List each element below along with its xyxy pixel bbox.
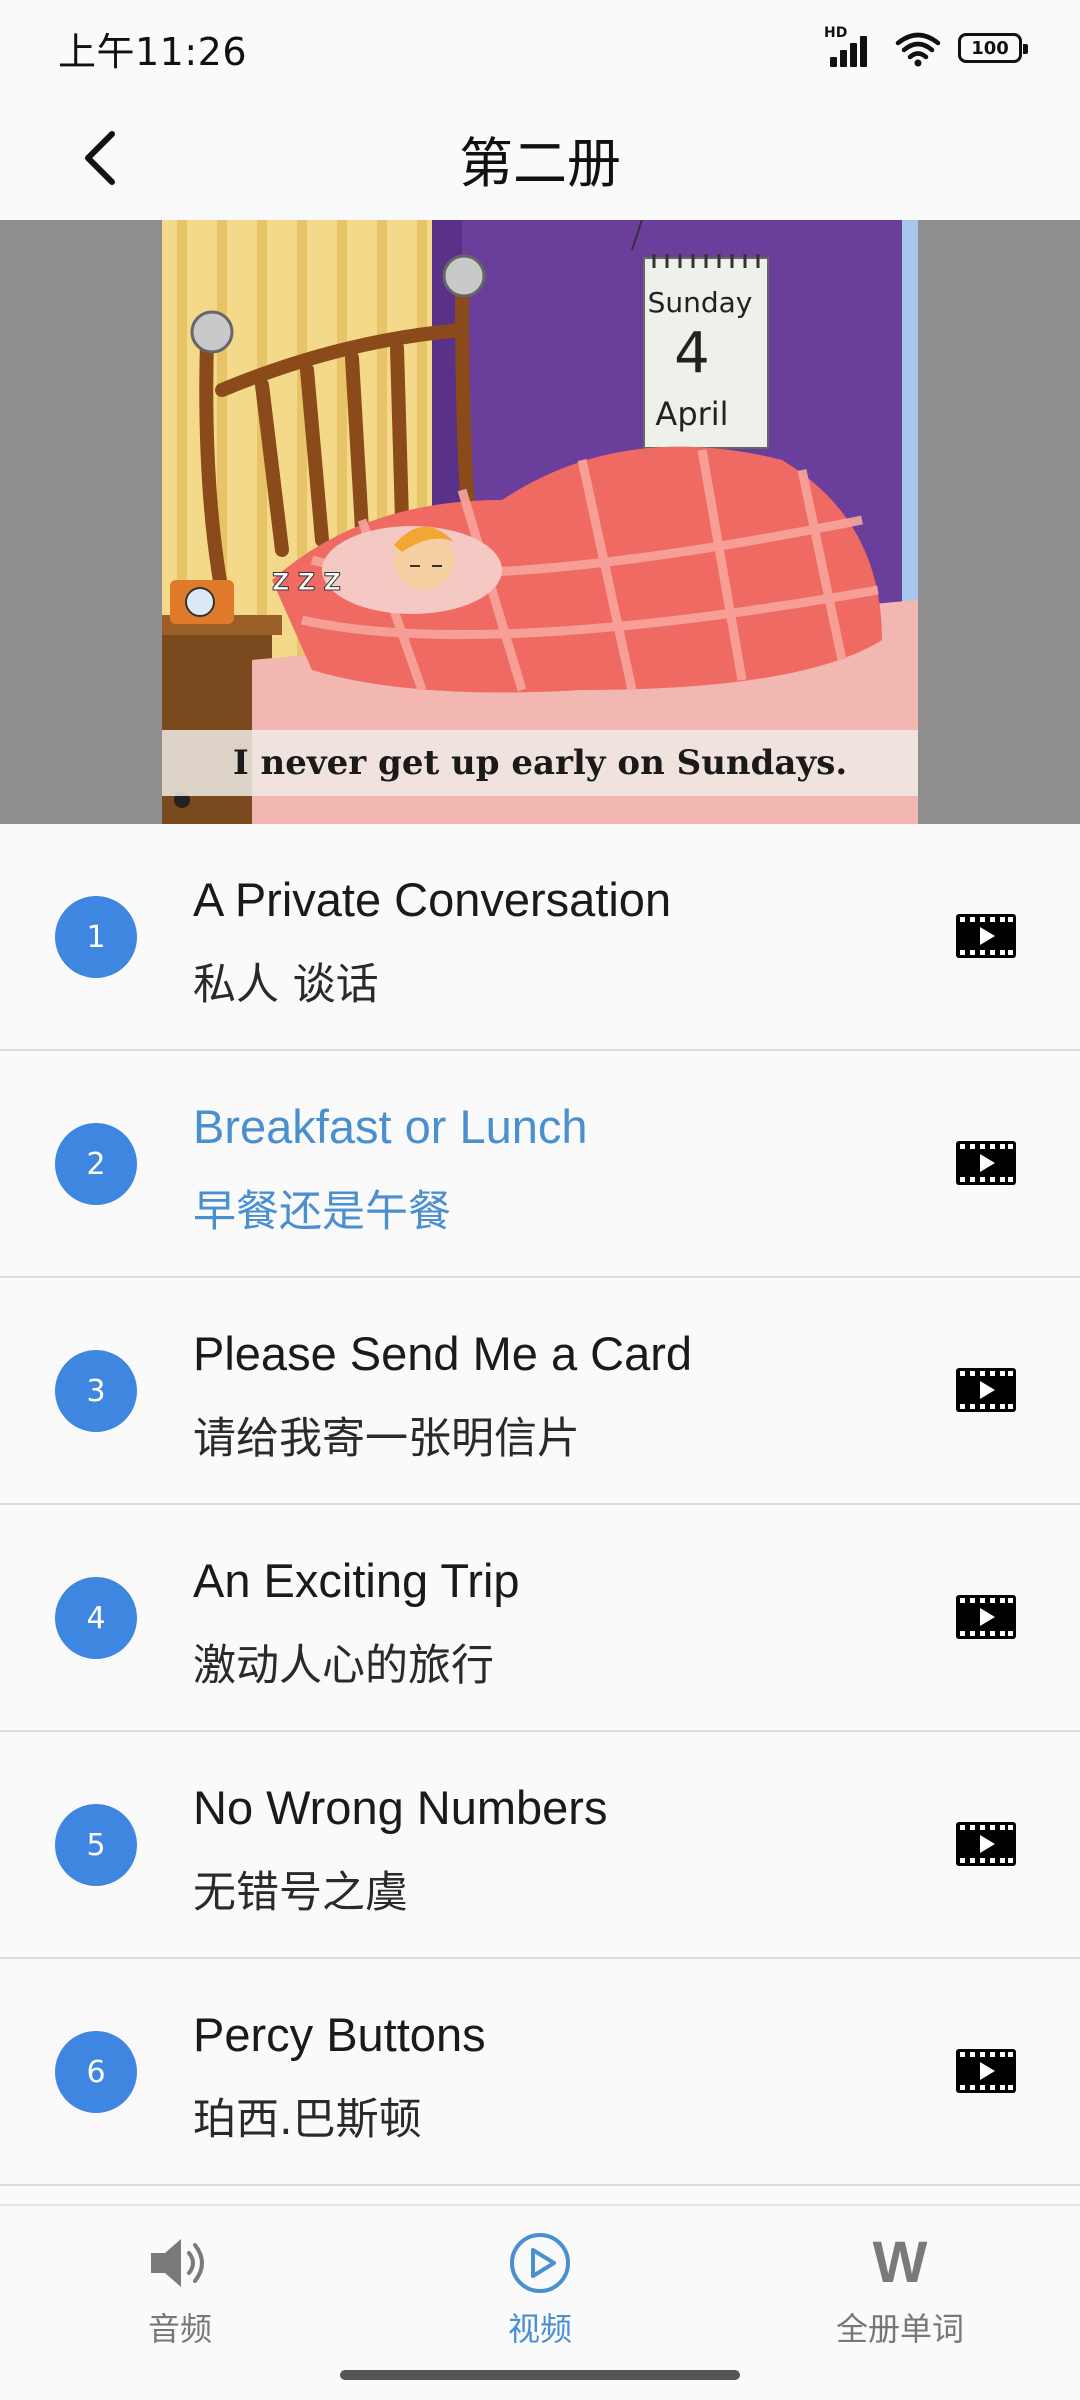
lesson-title-en: Please Send Me a Card — [193, 1327, 693, 1380]
lesson-row-2[interactable]: 2 Breakfast or Lunch 早餐还是午餐 — [0, 1051, 1080, 1278]
lesson-title-zh: 激动人心的旅行 — [193, 1641, 494, 1691]
subtitle-strip: I never get up early on Sundays. — [162, 730, 918, 796]
status-icons: HD 100 — [824, 25, 1028, 67]
lesson-title-zh: 早餐还是午餐 — [193, 1187, 451, 1237]
page-title: 第二册 — [459, 131, 621, 195]
film-icon[interactable] — [956, 914, 1016, 958]
lesson-number-badge: 1 — [55, 896, 137, 978]
screen: 上午11:26 HD 100 第二册 Sunday 4 April Z Z Z … — [0, 0, 1080, 2400]
film-icon[interactable] — [956, 1595, 1016, 1639]
sleep-z-text: Z Z Z — [272, 568, 341, 596]
chevron-left-icon — [85, 131, 115, 185]
video-frame[interactable]: Sunday 4 April Z Z Z I never get up earl… — [162, 220, 918, 824]
lesson-number-badge: 5 — [55, 1804, 137, 1886]
battery-level: 100 — [971, 37, 1009, 59]
wifi-icon — [895, 32, 941, 67]
speaker-icon — [145, 2230, 215, 2296]
video-player[interactable]: Sunday 4 April Z Z Z I never get up earl… — [0, 220, 1080, 824]
lesson-row-3[interactable]: 3 Please Send Me a Card 请给我寄一张明信片 — [0, 1278, 1080, 1505]
lesson-title-zh: 无错号之虞 — [193, 1868, 408, 1918]
signal-icon: HD — [824, 25, 878, 67]
nav-video-label: 视频 — [507, 2310, 572, 2348]
w-letter-glyph: W — [872, 2230, 928, 2295]
lesson-title-en: An Exciting Trip — [193, 1554, 520, 1607]
calendar-date: 4 — [674, 321, 710, 386]
home-indicator[interactable] — [340, 2370, 740, 2380]
lesson-title-en: No Wrong Numbers — [193, 1781, 608, 1834]
status-bar: 上午11:26 HD 100 — [0, 0, 1080, 96]
lesson-title-zh: 私人 谈话 — [193, 960, 379, 1010]
lesson-number-badge: 6 — [55, 2031, 137, 2113]
lesson-title-en: Breakfast or Lunch — [193, 1100, 588, 1153]
nav-words[interactable]: W 全册单词 — [800, 2230, 1000, 2360]
lesson-row-4[interactable]: 4 An Exciting Trip 激动人心的旅行 — [0, 1505, 1080, 1732]
play-circle-icon — [505, 2230, 575, 2296]
network-label: HD — [824, 25, 848, 41]
lesson-row-5[interactable]: 5 No Wrong Numbers 无错号之虞 — [0, 1732, 1080, 1959]
calendar-month: April — [655, 395, 728, 433]
header: 第二册 — [0, 96, 1080, 220]
status-time: 上午11:26 — [58, 29, 248, 74]
nav-audio[interactable]: 音频 — [80, 2230, 280, 2360]
film-icon[interactable] — [956, 1368, 1016, 1412]
film-icon[interactable] — [956, 1141, 1016, 1185]
lesson-title-zh: 请给我寄一张明信片 — [193, 1414, 580, 1464]
back-button[interactable] — [60, 118, 140, 198]
lesson-title-zh: 珀西.巴斯顿 — [193, 2095, 422, 2145]
lesson-number-badge: 3 — [55, 1350, 137, 1432]
lesson-number-badge: 4 — [55, 1577, 137, 1659]
nav-audio-label: 音频 — [147, 2310, 212, 2348]
film-icon[interactable] — [956, 2049, 1016, 2093]
nav-video[interactable]: 视频 — [440, 2230, 640, 2360]
lesson-title-en: A Private Conversation — [193, 873, 672, 926]
nav-words-label: 全册单词 — [835, 2310, 964, 2348]
lesson-row-6[interactable]: 6 Percy Buttons 珀西.巴斯顿 — [0, 1959, 1080, 2186]
lesson-number-badge: 2 — [55, 1123, 137, 1205]
calendar-day: Sunday — [648, 286, 753, 319]
w-letter-icon: W — [865, 2230, 935, 2296]
battery-icon: 100 — [958, 33, 1028, 63]
lesson-row-1[interactable]: 1 A Private Conversation 私人 谈话 — [0, 824, 1080, 1051]
lesson-title-en: Percy Buttons — [193, 2008, 486, 2061]
video-subtitle: I never get up early on Sundays. — [232, 743, 848, 783]
lesson-list: 1 A Private Conversation 私人 谈话 2 Breakfa… — [0, 824, 1080, 2186]
film-icon[interactable] — [956, 1822, 1016, 1866]
